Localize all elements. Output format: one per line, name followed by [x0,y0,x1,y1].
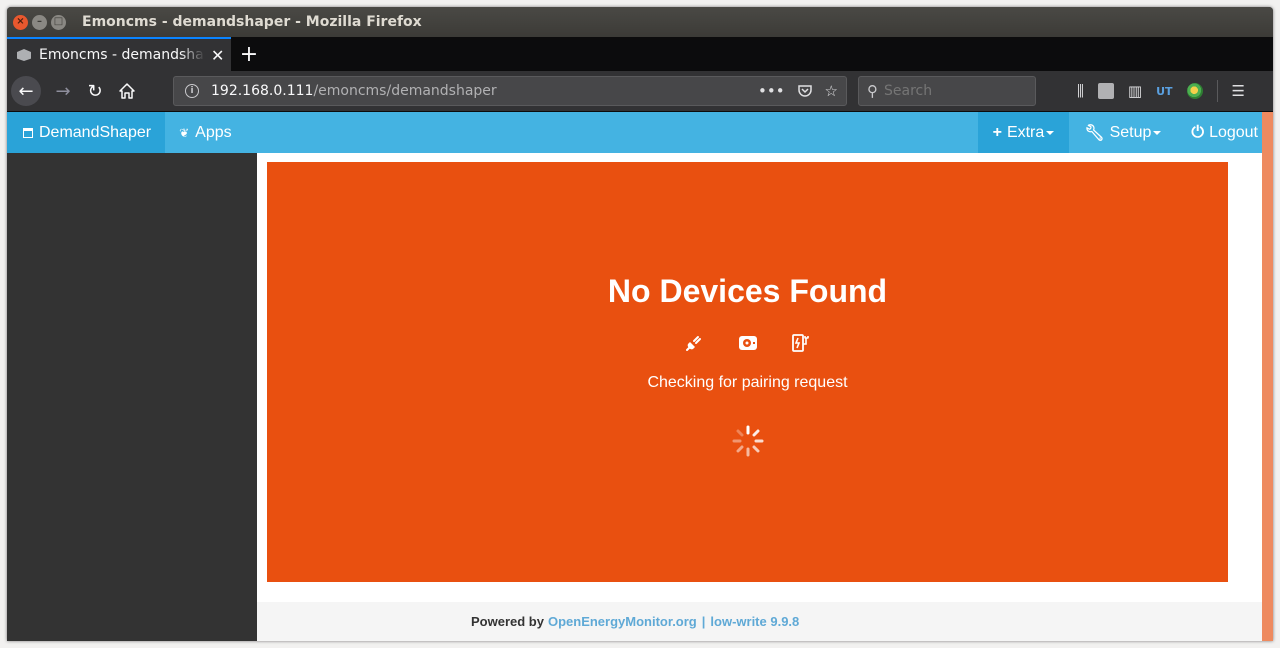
tab-title: Emoncms - demandshaper [39,47,205,63]
ev-charger-icon [791,334,809,352]
tab-strip: Emoncms - demandshaper ✕ + [7,37,1273,71]
page-title: No Devices Found [607,273,888,309]
window-maximize-button[interactable]: □ [51,14,66,30]
page-viewport: DemandShaper ❦ Apps + Extra 🔧︎ Setup ⏻ L… [7,112,1273,641]
toolbar-separator [1216,80,1218,102]
powered-by-label: Powered by [471,614,544,629]
url-text[interactable]: 192.168.0.111/emoncms/demandshaper [211,83,497,99]
page-scrollbar[interactable] [1262,112,1273,641]
pocket-icon[interactable] [797,83,813,99]
site-info-icon[interactable]: i [185,84,199,98]
caret-down-icon [1046,130,1055,135]
address-bar[interactable]: i 192.168.0.111/emoncms/demandshaper •••… [173,76,847,106]
footer-separator: | [701,614,706,629]
plug-icon [685,336,701,351]
search-icon: ⚲ [867,82,878,100]
loading-spinner-icon [732,425,763,457]
url-path: /emoncms/demandshaper [313,83,497,99]
search-input[interactable] [884,83,1024,99]
browser-tab[interactable]: Emoncms - demandshaper ✕ [7,37,231,71]
apps-label: Apps [195,123,232,141]
extension-globe-icon[interactable] [1186,83,1203,99]
page-actions-icon[interactable]: ••• [758,82,785,100]
browser-window: × – □ Emoncms - demandshaper - Mozilla F… [7,7,1273,641]
nav-item-demandshaper[interactable]: DemandShaper [7,112,166,153]
sidebar [7,153,257,641]
heatpump-icon [738,336,757,350]
home-icon [119,83,135,99]
calendar-icon [23,127,33,138]
no-devices-panel: No Devices Found Checking for pairing re… [267,162,1228,582]
logout-label: Logout [1209,123,1258,141]
brand-label: DemandShaper [39,123,152,141]
pairing-status: Checking for pairing request [647,374,848,391]
footer: Powered by OpenEnergyMonitor.org | low-w… [257,602,1262,641]
nav-item-extra[interactable]: + Extra [977,112,1070,153]
window-title: Emoncms - demandshaper - Mozilla Firefox [82,14,422,30]
reload-button[interactable]: ↻ [85,81,105,102]
library-icon[interactable]: ⫼ [1077,82,1084,100]
caret-down-icon [1153,130,1162,135]
close-icon[interactable]: ✕ [211,46,224,65]
navigation-toolbar: ← → ↻ i 192.168.0.111/emoncms/demandshap… [7,71,1273,112]
back-button[interactable]: ← [11,76,41,106]
plus-icon: + [992,123,1002,141]
search-bar[interactable]: ⚲ [858,76,1036,106]
bookmark-star-icon[interactable]: ☆ [825,82,838,100]
window-minimize-button[interactable]: – [32,14,47,30]
extension-ut-icon[interactable]: UT [1156,85,1172,98]
forward-button[interactable]: → [53,81,73,102]
version-label[interactable]: low-write 9.9.8 [710,614,799,629]
new-tab-button[interactable]: + [231,37,267,71]
nav-item-setup[interactable]: 🔧︎ Setup [1069,112,1176,153]
setup-label: Setup [1109,123,1152,141]
nav-item-apps[interactable]: ❦ Apps [165,124,246,142]
leaf-icon: ❦ [179,125,190,140]
extra-label: Extra [1006,123,1045,141]
power-icon: ⏻ [1191,123,1205,141]
openenergymonitor-link[interactable]: OpenEnergyMonitor.org [548,614,697,629]
window-close-button[interactable]: × [13,14,28,30]
url-host: 192.168.0.111 [211,83,314,99]
main-content: No Devices Found Checking for pairing re… [257,153,1262,641]
sidebar-toggle-icon[interactable]: ▥ [1128,82,1142,100]
wrench-icon: 🔧︎ [1084,124,1105,142]
favicon-icon [17,49,31,61]
nav-item-logout[interactable]: ⏻ Logout [1176,112,1273,153]
extension-icon[interactable] [1097,83,1114,99]
home-button[interactable] [117,83,137,99]
title-bar: × – □ Emoncms - demandshaper - Mozilla F… [7,7,1273,37]
device-icons [683,332,813,354]
menu-icon[interactable]: ☰ [1232,82,1245,100]
app-navbar: DemandShaper ❦ Apps + Extra 🔧︎ Setup ⏻ L… [7,112,1273,153]
